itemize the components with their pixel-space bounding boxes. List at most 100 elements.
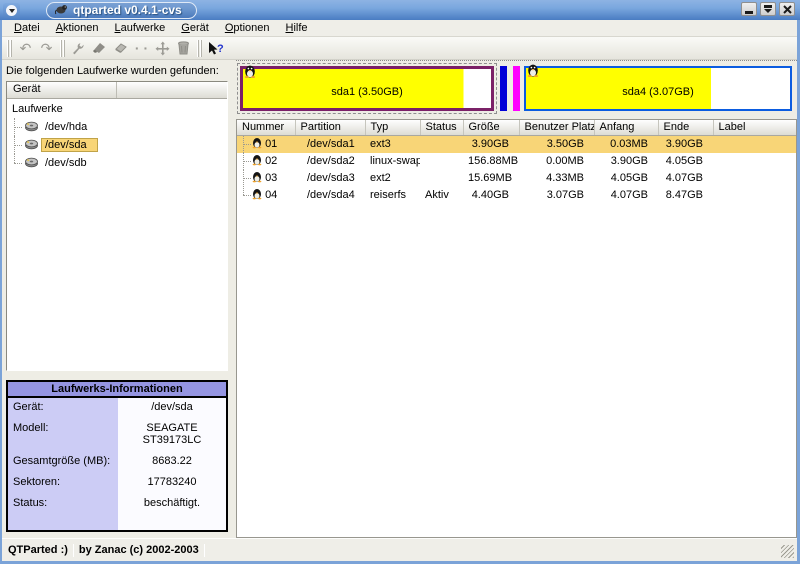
create-button[interactable]: [89, 39, 110, 58]
window-menu-button[interactable]: [3, 3, 20, 18]
col-anfang[interactable]: Anfang: [594, 120, 658, 135]
selected-device: /dev/sda: [41, 138, 98, 152]
tux-icon: [527, 63, 539, 80]
info-value-status: beschäftigt.: [118, 494, 226, 515]
property-button[interactable]: [68, 39, 89, 58]
dots-icon: · ·: [135, 40, 148, 56]
tux-icon: [252, 170, 262, 186]
device-tree: Gerät Laufwerke /dev/hda: [6, 81, 228, 371]
info-label-sektoren: Sektoren:: [8, 473, 118, 494]
move-icon: [155, 41, 170, 56]
tree-item-dev-hda[interactable]: /dev/hda: [10, 118, 227, 136]
undo-button[interactable]: ↶: [15, 39, 36, 58]
tux-icon: [252, 136, 262, 152]
partition-bar-sda3[interactable]: [513, 66, 520, 111]
svg-text:?: ?: [217, 43, 224, 55]
disk-icon: [24, 137, 39, 153]
disk-icon: [24, 155, 39, 171]
col-nummer[interactable]: Nummer: [237, 120, 295, 135]
resize-button[interactable]: · ·: [131, 39, 152, 58]
partition-bar-label: sda1 (3.50GB): [331, 86, 403, 98]
window-menu-icon: [6, 5, 17, 16]
col-groesse[interactable]: Größe: [463, 120, 519, 135]
info-label-status: Status:: [8, 494, 118, 515]
menu-hilfe[interactable]: Hilfe: [279, 21, 313, 35]
found-drives-label: Die folgenden Laufwerke wurden gefunden:: [2, 60, 230, 81]
info-label-gesamtgroesse: Gesamtgröße (MB):: [8, 452, 118, 473]
info-value-sektoren: 17783240: [118, 473, 226, 494]
toolbar: ↶ ↷ · · ?: [2, 37, 797, 60]
help-pointer-icon: ?: [207, 41, 224, 56]
trash-icon: [177, 41, 190, 55]
resize-grip[interactable]: [781, 545, 794, 558]
table-row[interactable]: 04 /dev/sda4 reiserfs Aktiv 4.40GB 3.07G…: [237, 187, 796, 204]
partition-bar-sda1[interactable]: sda1 (3.50GB): [240, 66, 494, 111]
drive-info-title: Laufwerks-Informationen: [8, 382, 226, 398]
disk-icon: [24, 119, 39, 135]
device-tree-header-stub: [117, 82, 227, 98]
tree-item-dev-sda[interactable]: /dev/sda: [10, 136, 227, 154]
statusbar: QTParted :) by Zanac (c) 2002-2003: [2, 538, 797, 561]
statusbar-credit-text: by Zanac (c) 2002-2003: [79, 544, 199, 556]
undo-icon: ↶: [20, 40, 32, 57]
menu-datei[interactable]: Datei: [8, 21, 46, 35]
whats-this-button[interactable]: ?: [205, 39, 226, 58]
drive-info-panel: Laufwerks-Informationen Gerät: /dev/sda …: [6, 380, 228, 532]
info-value-gesamtgroesse: 8683.22: [118, 452, 226, 473]
minimize-button[interactable]: [741, 2, 757, 16]
menu-optionen[interactable]: Optionen: [219, 21, 276, 35]
close-button[interactable]: [779, 2, 795, 16]
table-header-row: Nummer Partition Typ Status Größe Benutz…: [237, 120, 796, 135]
menubar: Datei Aktionen Laufwerke Gerät Optionen …: [2, 20, 797, 37]
menu-aktionen[interactable]: Aktionen: [50, 21, 105, 35]
maximize-icon: [764, 5, 772, 13]
tree-item-dev-sdb[interactable]: /dev/sdb: [10, 154, 227, 172]
titlebar[interactable]: qtparted v0.4.1-cvs: [0, 0, 800, 20]
info-label-geraet: Gerät:: [8, 398, 118, 419]
toolbar-grip[interactable]: [197, 40, 202, 57]
close-icon: [783, 5, 792, 14]
tux-icon: [252, 187, 262, 203]
device-tree-header: Gerät: [7, 82, 227, 99]
wrench-icon: [71, 41, 86, 56]
menu-laufwerke[interactable]: Laufwerke: [109, 21, 172, 35]
toolbar-grip[interactable]: [7, 40, 12, 57]
redo-icon: ↷: [41, 40, 53, 57]
table-row[interactable]: 01 /dev/sda1 ext3 3.90GB 3.50GB 0.03MB 3…: [237, 135, 796, 153]
minimize-icon: [745, 11, 753, 14]
menu-geraet[interactable]: Gerät: [175, 21, 215, 35]
tree-root-laufwerke[interactable]: Laufwerke: [10, 100, 227, 118]
col-status[interactable]: Status: [420, 120, 463, 135]
info-value-modell: SEAGATE ST39173LC: [118, 419, 226, 452]
partition-bar-label: sda4 (3.07GB): [622, 86, 694, 98]
trash-button[interactable]: [173, 39, 194, 58]
partition-bar-sda4[interactable]: sda4 (3.07GB): [524, 66, 792, 111]
statusbar-app-text: QTParted :): [8, 544, 68, 556]
col-partition[interactable]: Partition: [295, 120, 365, 135]
qtparted-window: qtparted v0.4.1-cvs Datei Aktionen Laufw…: [0, 0, 800, 564]
partition-table: Nummer Partition Typ Status Größe Benutz…: [236, 119, 797, 538]
device-tree-header-geraet[interactable]: Gerät: [7, 82, 117, 98]
disk-graphic-view: sda1 (3.50GB) sda4 (3.07GB): [236, 60, 797, 117]
col-benutzer-platz[interactable]: Benutzer Platz: [519, 120, 594, 135]
table-row[interactable]: 02 /dev/sda2 linux-swap 156.88MB 0.00MB …: [237, 153, 796, 170]
info-label-modell: Modell:: [8, 419, 118, 452]
tux-icon: [252, 153, 262, 169]
col-label[interactable]: Label: [713, 120, 796, 135]
qtparted-app-icon: [55, 3, 68, 18]
info-value-geraet: /dev/sda: [118, 398, 226, 419]
move-button[interactable]: [152, 39, 173, 58]
toolbar-grip[interactable]: [60, 40, 65, 57]
delete-button[interactable]: [110, 39, 131, 58]
col-typ[interactable]: Typ: [365, 120, 420, 135]
col-ende[interactable]: Ende: [658, 120, 713, 135]
maximize-button[interactable]: [760, 2, 776, 16]
eraser-icon: [113, 42, 128, 54]
window-title: qtparted v0.4.1-cvs: [73, 3, 182, 17]
partition-panel: sda1 (3.50GB) sda4 (3.07GB): [236, 60, 797, 538]
redo-button[interactable]: ↷: [36, 39, 57, 58]
bucket-icon: [92, 41, 107, 55]
table-row[interactable]: 03 /dev/sda3 ext2 15.69MB 4.33MB 4.05GB …: [237, 170, 796, 187]
tux-icon: [244, 64, 256, 81]
partition-bar-sda2[interactable]: [500, 66, 507, 111]
